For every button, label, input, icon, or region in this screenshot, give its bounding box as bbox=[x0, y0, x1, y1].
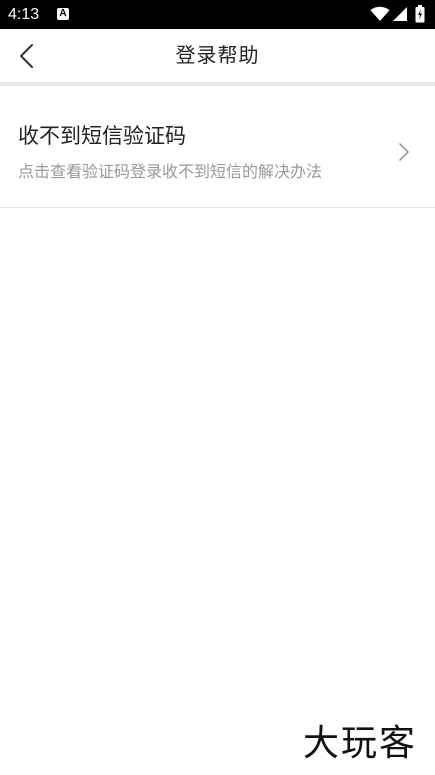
signal-icon bbox=[392, 6, 408, 26]
watermark-logo: 大玩客 bbox=[292, 720, 428, 768]
back-button[interactable] bbox=[10, 39, 44, 73]
item-divider bbox=[0, 207, 435, 208]
help-item-subtitle: 点击查看验证码登录收不到短信的解决办法 bbox=[18, 162, 323, 181]
wifi-icon bbox=[370, 6, 390, 26]
help-item-title: 收不到短信验证码 bbox=[18, 124, 186, 148]
battery-icon bbox=[415, 5, 425, 27]
status-time: 4:13 bbox=[8, 6, 40, 23]
nav-bar: 登录帮助 bbox=[0, 29, 435, 82]
chevron-right-icon bbox=[396, 142, 412, 166]
status-bar: 4:13 A bbox=[0, 0, 435, 29]
notification-icon: A bbox=[57, 8, 69, 20]
page-title: 登录帮助 bbox=[175, 43, 260, 67]
chevron-left-icon bbox=[20, 44, 33, 68]
help-item-sms-code[interactable]: 收不到短信验证码 点击查看验证码登录收不到短信的解决办法 bbox=[0, 86, 435, 207]
